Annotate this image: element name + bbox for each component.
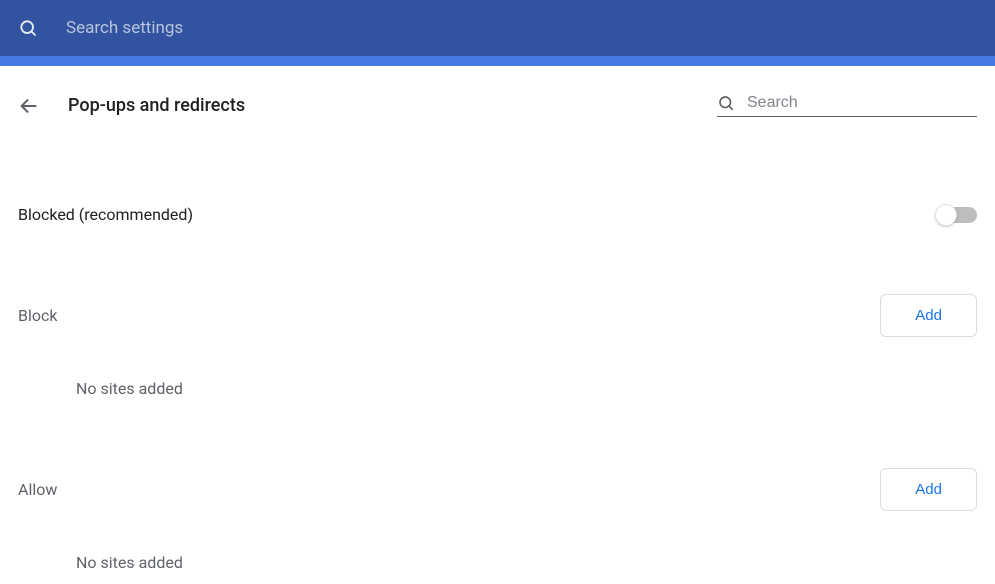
allow-add-button[interactable]: Add xyxy=(880,468,977,511)
accent-bar xyxy=(0,56,995,66)
page-search-field[interactable] xyxy=(717,94,977,117)
blocked-toggle-row: Blocked (recommended) xyxy=(18,205,977,224)
page-header: Pop-ups and redirects xyxy=(18,66,977,137)
search-icon[interactable] xyxy=(18,18,38,38)
block-add-button[interactable]: Add xyxy=(880,294,977,337)
page-title: Pop-ups and redirects xyxy=(68,95,245,116)
blocked-toggle[interactable] xyxy=(937,207,977,223)
allow-empty-text: No sites added xyxy=(76,553,977,572)
search-icon xyxy=(717,94,735,112)
page-search-input[interactable] xyxy=(747,94,977,112)
allow-section-label: Allow xyxy=(18,480,57,499)
allow-section-header: Allow Add xyxy=(18,468,977,511)
block-section-header: Block Add xyxy=(18,294,977,337)
settings-top-bar: Search settings xyxy=(0,0,995,56)
blocked-toggle-label: Blocked (recommended) xyxy=(18,205,193,224)
block-empty-text: No sites added xyxy=(76,379,977,398)
back-arrow-icon[interactable] xyxy=(18,95,40,117)
top-search-placeholder[interactable]: Search settings xyxy=(66,18,183,38)
toggle-knob xyxy=(935,204,957,226)
block-section-label: Block xyxy=(18,306,57,325)
